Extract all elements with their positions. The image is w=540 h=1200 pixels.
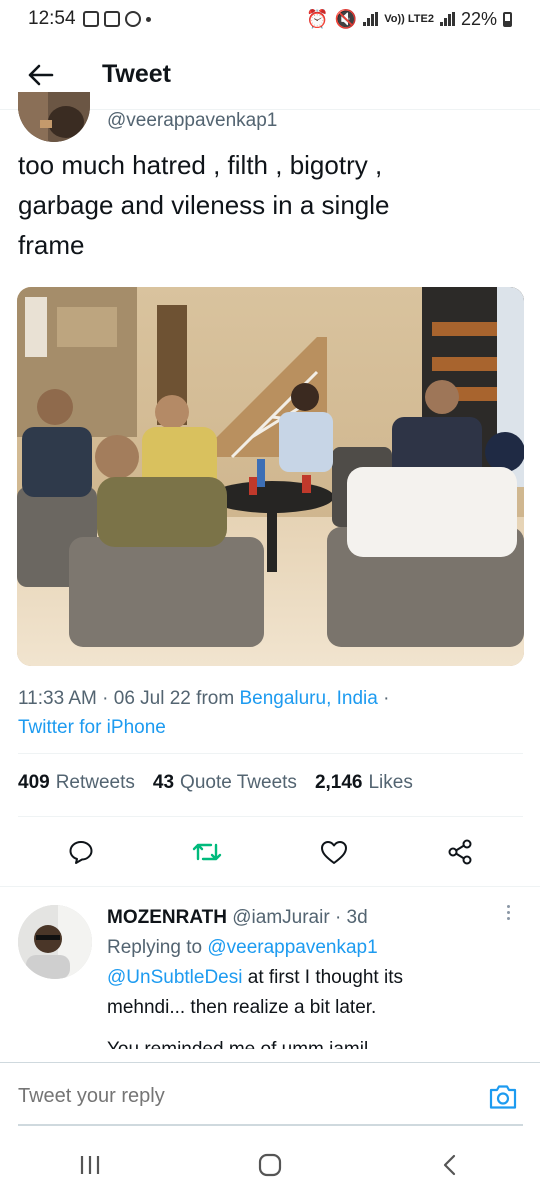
author-avatar[interactable] xyxy=(18,92,90,142)
reply-age: · 3d xyxy=(334,907,368,928)
home-button[interactable] xyxy=(240,1140,300,1190)
reply-icon xyxy=(69,841,93,864)
gallery-icon xyxy=(82,11,99,27)
tweet-actions xyxy=(18,830,523,874)
retweets-stat[interactable]: 409 Retweets xyxy=(18,772,135,794)
reply-input[interactable] xyxy=(18,1085,476,1108)
tweet-stats: 409 Retweets 43 Quote Tweets 2,146 Likes xyxy=(18,772,413,794)
status-time: 12:54 xyxy=(28,8,76,29)
recent-apps-button[interactable] xyxy=(60,1140,120,1190)
reply-body: MOZENRATH @iamJurair · 3d Replying to @v… xyxy=(107,903,507,1049)
retweets-label: Retweets xyxy=(55,772,135,793)
tweet-meta: 11:33 AM · 06 Jul 22 from Bengaluru, Ind… xyxy=(18,688,390,738)
reply-text-cut: You reminded me of umm jamil xyxy=(107,1035,507,1049)
more-dot-icon xyxy=(506,911,510,914)
recent-apps-icon xyxy=(80,1156,100,1174)
reply-author-name[interactable]: MOZENRATH xyxy=(107,907,227,928)
tweet-from-label: from xyxy=(196,688,235,709)
cafe-group-photo xyxy=(17,287,524,666)
author-avatar-image xyxy=(18,92,90,142)
more-notifications-icon xyxy=(145,16,151,22)
tweet-photo[interactable] xyxy=(17,287,524,666)
like-button[interactable] xyxy=(312,830,356,874)
share-button[interactable] xyxy=(438,830,482,874)
quotes-count: 43 xyxy=(152,772,175,793)
likes-count: 2,146 xyxy=(314,772,363,793)
whatsapp-icon xyxy=(124,11,141,27)
share-icon xyxy=(448,839,472,865)
replying-to-label: Replying to xyxy=(107,937,203,958)
reply-text-line2: mehndi... then realize a bit later. xyxy=(107,997,377,1018)
reply-avatar-image xyxy=(18,905,92,979)
reply-avatar[interactable] xyxy=(18,905,92,979)
status-bar: 12:54 ⏰ 🔇 Vo)) LTE2 22% xyxy=(0,0,540,38)
more-dot-icon xyxy=(506,917,510,920)
tweet-date: 06 Jul 22 xyxy=(113,688,191,709)
tweet-location-link[interactable]: Bengaluru, India xyxy=(239,688,377,709)
chevron-left-icon xyxy=(443,1154,456,1176)
reply-mention[interactable]: @UnSubtleDesi xyxy=(107,967,242,988)
page-title: Tweet xyxy=(102,60,171,88)
heart-icon xyxy=(320,841,347,864)
camera-button[interactable] xyxy=(476,1070,530,1124)
system-nav-bar xyxy=(0,1130,540,1200)
quotes-label: Quote Tweets xyxy=(180,772,297,793)
battery-percent: 22% xyxy=(460,8,497,29)
alarm-icon: ⏰ xyxy=(306,8,329,29)
system-back-button[interactable] xyxy=(420,1140,480,1190)
likes-stat[interactable]: 2,146 Likes xyxy=(315,772,413,794)
tweet-text: too much hatred , filth , bigotry , garb… xyxy=(18,150,390,260)
battery-icon xyxy=(503,11,512,27)
tweet-client-link[interactable]: Twitter for iPhone xyxy=(18,717,166,738)
quotes-stat[interactable]: 43 Quote Tweets xyxy=(153,772,297,794)
retweets-count: 409 xyxy=(18,772,50,793)
divider xyxy=(18,753,523,754)
replying-to-handle[interactable]: @veerappavenkap1 xyxy=(207,937,377,958)
arrow-left-icon xyxy=(28,64,54,85)
wifi-signal-icon xyxy=(363,12,379,26)
more-dot-icon xyxy=(506,905,510,908)
retweet-icon xyxy=(193,843,222,861)
composer-underline xyxy=(18,1124,523,1126)
author-handle[interactable]: @veerappavenkap1 xyxy=(107,110,277,132)
tweet-time: 11:33 AM xyxy=(18,688,97,709)
reply-button[interactable] xyxy=(59,830,103,874)
network-type: Vo)) LTE2 xyxy=(384,13,434,25)
cell-signal-icon xyxy=(439,12,455,26)
home-icon xyxy=(258,1153,282,1177)
app-notification-icon xyxy=(103,11,120,27)
mute-icon: 🔇 xyxy=(334,8,358,29)
reply-composer xyxy=(0,1062,540,1130)
reply-author-handle[interactable]: @iamJurair xyxy=(232,907,329,928)
divider xyxy=(18,816,523,817)
reply-text-line1: at first I thought its xyxy=(242,967,403,988)
reply-tweet[interactable]: MOZENRATH @iamJurair · 3d Replying to @v… xyxy=(0,886,540,1062)
more-options-button[interactable] xyxy=(498,905,518,925)
camera-icon xyxy=(489,1084,517,1109)
retweet-button[interactable] xyxy=(185,830,229,874)
likes-label: Likes xyxy=(368,772,413,793)
